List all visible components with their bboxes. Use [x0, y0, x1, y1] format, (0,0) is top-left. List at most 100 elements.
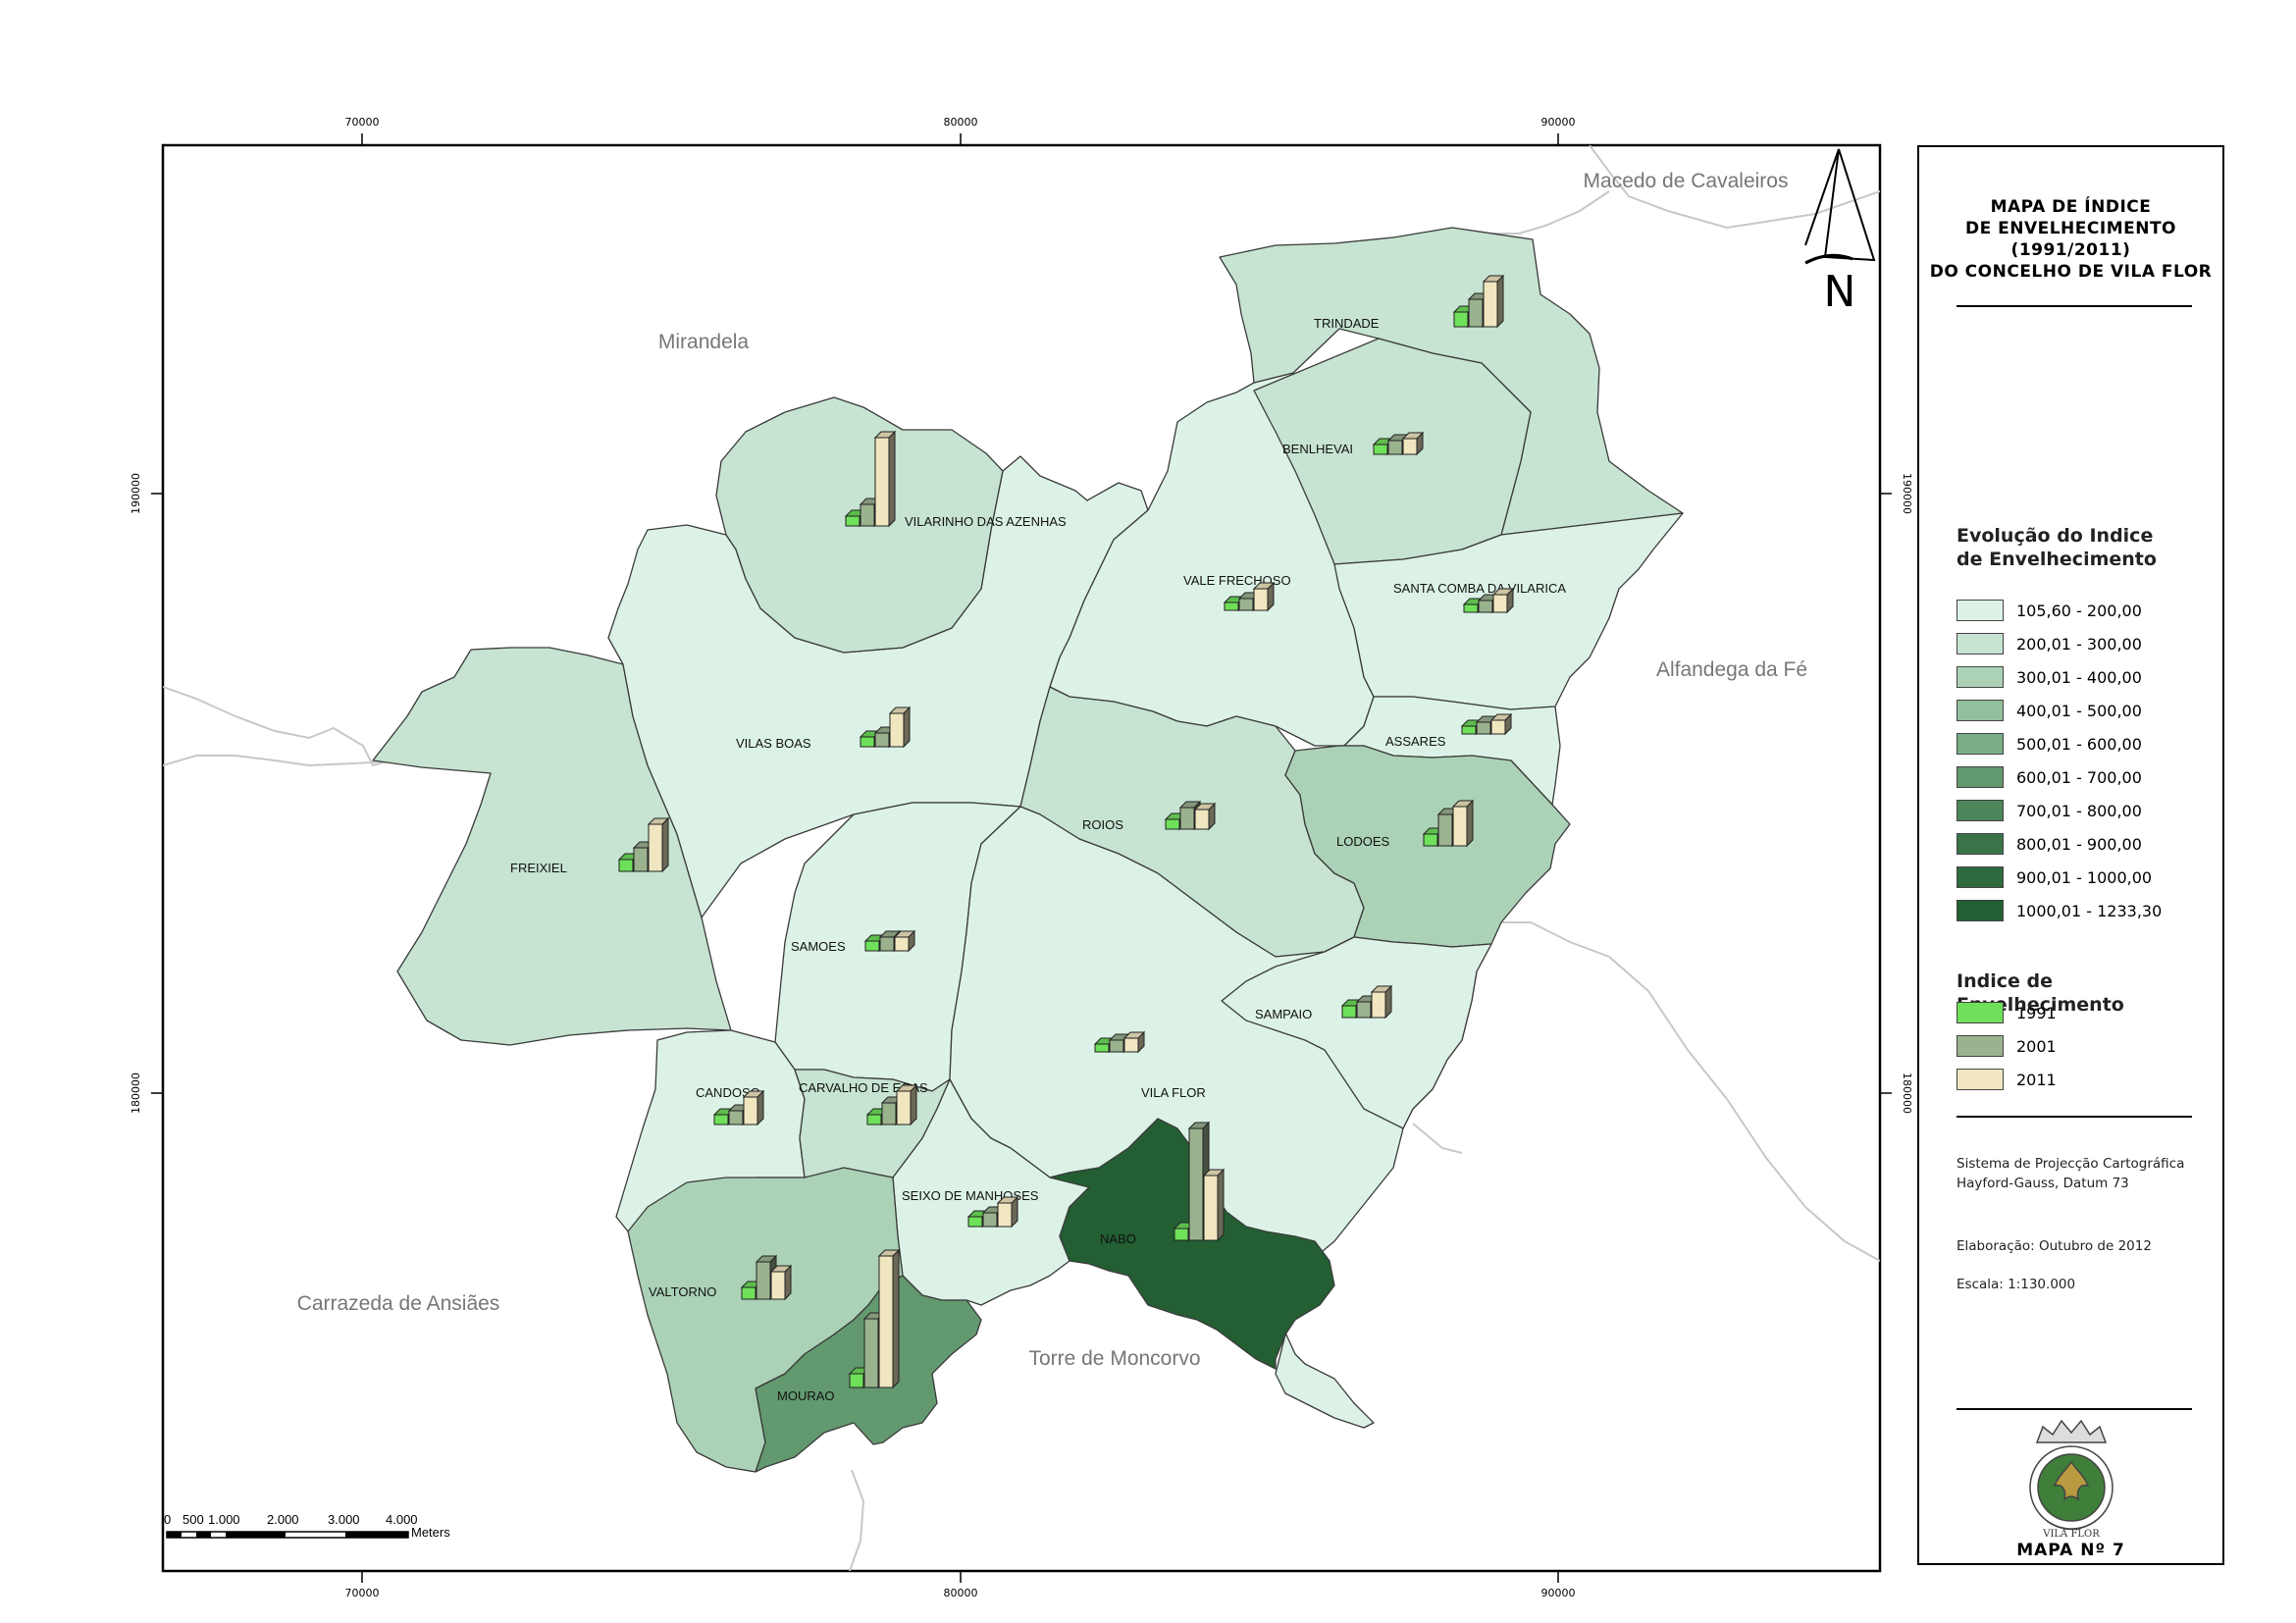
scale-tick-1000: 1.000: [208, 1512, 240, 1527]
class-row-6: 600,01 - 700,00: [1957, 765, 2142, 789]
class-swatch-4: [1957, 700, 2004, 721]
coord-top-90000: 90000: [1541, 116, 1576, 129]
year-label-2011: 2011: [2016, 1070, 2057, 1089]
label-lodoes: LODOES: [1336, 834, 1390, 849]
neighbor-label-macedo: Macedo de Cavaleiros: [1584, 170, 1789, 192]
bar-santa-comba-2001: [1478, 600, 1493, 613]
year-row-2001: 2001: [1957, 1034, 2057, 1058]
label-seixo: SEIXO DE MANHOSES: [902, 1188, 1039, 1203]
label-santa-comba: SANTA COMBA DA VILARICA: [1393, 581, 1566, 596]
coord-bottom-70000: 70000: [345, 1587, 380, 1599]
legend-title-line-2: DE ENVELHECIMENTO: [1964, 219, 2177, 238]
bar-vilarinho-2011: [874, 437, 890, 527]
class-row-1: 105,60 - 200,00: [1957, 599, 2142, 622]
bar-vilas-boas-2011: [889, 712, 905, 748]
class-swatch-3: [1957, 666, 2004, 688]
class-row-2: 200,01 - 300,00: [1957, 632, 2142, 655]
label-nabo: NABO: [1100, 1231, 1136, 1246]
scale-tick-500: 500: [183, 1512, 204, 1527]
coord-left-180000: 180000: [130, 1073, 142, 1114]
coord-bottom-80000: 80000: [944, 1587, 978, 1599]
bar-vilarinho-1991: [845, 515, 861, 527]
class-swatch-2: [1957, 633, 2004, 654]
scale-tick-2000: 2.000: [267, 1512, 299, 1527]
legend-title-line-3: (1991/2011): [2010, 240, 2131, 260]
label-assares: ASSARES: [1385, 734, 1446, 749]
elaboration-note: Elaboração: Outubro de 2012: [1957, 1238, 2152, 1254]
classes-title-line-2: de Envelhecimento: [1957, 549, 2157, 570]
class-label-10: 1000,01 - 1233,30: [2016, 901, 2163, 920]
class-swatch-5: [1957, 733, 2004, 755]
projection-line-1: Sistema de Projecção Cartográfica: [1957, 1156, 2185, 1172]
legend-title-line-1: MAPA DE ÍNDICE: [1990, 197, 2152, 217]
legend-title-line-4: DO CONCELHO DE VILA FLOR: [1929, 262, 2213, 282]
bar-assares-1991: [1461, 725, 1477, 735]
class-label-9: 900,01 - 1000,00: [2016, 867, 2153, 887]
class-label-5: 500,01 - 600,00: [2016, 734, 2142, 754]
label-trindade: TRINDADE: [1314, 316, 1380, 331]
coord-left-190000: 190000: [130, 473, 142, 514]
bar-roios-2011: [1194, 809, 1210, 830]
label-vilarinho: VILARINHO DAS AZENHAS: [905, 514, 1067, 529]
bar-lodoes-1991: [1423, 833, 1438, 847]
class-row-9: 900,01 - 1000,00: [1957, 865, 2152, 889]
municipal-crest: VILA FLOR: [2029, 1419, 2113, 1540]
coord-top-70000: 70000: [345, 116, 380, 129]
class-swatch-10: [1957, 900, 2004, 921]
bar-assares-2001: [1476, 721, 1491, 735]
coord-top-80000: 80000: [944, 116, 978, 129]
bar-side-carvalho-2011: [910, 1083, 917, 1126]
bar-side-vilarinho-2011: [888, 430, 896, 528]
neighbor-label-carrazeda: Carrazeda de Ansiães: [297, 1292, 500, 1315]
label-vila-flor: VILA FLOR: [1141, 1085, 1206, 1100]
bar-samoes-2001: [879, 936, 895, 952]
label-samoes: SAMOES: [791, 939, 846, 954]
bar-benlhevai-2011: [1402, 438, 1418, 455]
bar-nabo-2011: [1203, 1175, 1219, 1241]
bar-valtorno-1991: [741, 1286, 757, 1300]
year-row-1991: 1991: [1957, 1001, 2057, 1024]
bar-freixiel-2001: [633, 847, 649, 872]
year-label-2001: 2001: [2016, 1036, 2057, 1056]
label-roios: ROIOS: [1082, 817, 1123, 832]
label-mourao: MOURAO: [777, 1388, 835, 1403]
map-number: MAPA Nº 7: [2016, 1541, 2125, 1560]
bar-trindade-2011: [1483, 281, 1498, 328]
year-label-1991: 1991: [2016, 1003, 2057, 1022]
class-row-5: 500,01 - 600,00: [1957, 732, 2142, 756]
bar-carvalho-1991: [866, 1114, 882, 1126]
bar-side-trindade-2011: [1496, 274, 1504, 329]
legend-divider-1: [1957, 305, 2192, 307]
scale-unit: Meters: [411, 1525, 450, 1540]
bar-vila-flor-1991: [1094, 1043, 1110, 1053]
year-row-2011: 2011: [1957, 1068, 2057, 1091]
bar-candoso-2011: [743, 1096, 758, 1126]
bar-valtorno-2011: [770, 1271, 786, 1300]
bar-trindade-1991: [1453, 311, 1469, 328]
bar-sampaio-2001: [1356, 1001, 1372, 1019]
class-label-8: 800,01 - 900,00: [2016, 834, 2142, 854]
bar-vilas-boas-1991: [860, 736, 875, 748]
bar-side-freixiel-2011: [661, 816, 669, 873]
class-label-1: 105,60 - 200,00: [2016, 601, 2142, 620]
bar-vale-frechoso-2001: [1238, 598, 1254, 611]
classes-title: Evolução do Indice de Envelhecimento: [1957, 524, 2157, 571]
year-swatch-2001: [1957, 1035, 2004, 1057]
crest-text: VILA FLOR: [2042, 1529, 2100, 1540]
coord-right-180000: 180000: [1901, 1073, 1913, 1114]
class-label-4: 400,01 - 500,00: [2016, 701, 2142, 720]
classes-title-line-1: Evolução do Indice: [1957, 525, 2154, 547]
bar-candoso-2001: [728, 1110, 744, 1126]
bar-lodoes-2001: [1437, 813, 1453, 847]
bar-vale-frechoso-2011: [1253, 588, 1269, 611]
class-row-7: 700,01 - 800,00: [1957, 799, 2142, 822]
year-swatch-2011: [1957, 1069, 2004, 1090]
bar-lodoes-2011: [1452, 806, 1468, 847]
class-swatch-9: [1957, 866, 2004, 888]
label-vale-frechoso: VALE FRECHOSO: [1183, 573, 1291, 588]
bar-seixo-2011: [997, 1202, 1013, 1228]
bar-mourao-2001: [863, 1318, 879, 1388]
class-row-3: 300,01 - 400,00: [1957, 665, 2142, 689]
bar-carvalho-2001: [881, 1102, 897, 1126]
bar-nabo-1991: [1174, 1228, 1189, 1241]
